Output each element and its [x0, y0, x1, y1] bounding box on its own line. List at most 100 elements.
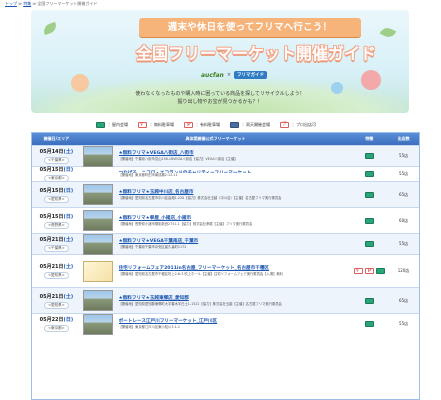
event-weekday: (日): [63, 167, 74, 173]
event-date-value: 05月21日: [39, 264, 64, 270]
indoor-venue-icon: [364, 153, 374, 159]
features-cell: [350, 314, 388, 334]
hero-banner: 週末や休日を使ってフリマへ行こう！ 全国フリーマーケット開催ガイド aucfan…: [31, 10, 409, 113]
leaf-decoration: [379, 25, 397, 40]
event-weekday: (土): [63, 293, 74, 300]
indoor-venue-icon: [364, 217, 374, 224]
breadcrumb-parent-link[interactable]: 特集: [23, 1, 31, 6]
event-info-cell: つなげる、ニコロ・エコランドのチャリティーフリーマーケット 【開催地】東京都町田…: [115, 167, 351, 181]
event-info-cell: ★無料フリマ★VEGA八街店_八街市 【開催地】千葉県八街市富山238-18VE…: [115, 146, 351, 166]
vendor-count: 55店: [399, 321, 409, 326]
legend-label: ：無料駐車場: [150, 121, 174, 127]
logo-separator: ×: [226, 72, 232, 78]
event-date: 05月22日(日): [40, 316, 74, 323]
free-parking-icon: [364, 268, 374, 274]
table-row: 05月15日(日) <東京都> つなげる、ニコロ・エコランドのチャリティーフリー…: [32, 166, 419, 182]
indoor-venue-icon: [364, 321, 374, 327]
free-entry-icon: [353, 268, 363, 274]
event-thumbnail[interactable]: [82, 260, 113, 282]
event-date: 05月21日(土): [40, 236, 74, 243]
breadcrumb-home-link[interactable]: トップ: [5, 1, 17, 6]
event-info-cell: ★無料フリマ★玉越東郷店_愛知郡 【開催地】愛知県愛知郡東郷町大字春木字白土1-…: [115, 288, 351, 313]
legend-item-pro: ：プロ出店可: [280, 121, 316, 128]
event-title-link[interactable]: 住宅リフォームフェア2011in名古屋_フリーマーケット_名古屋市千種区: [119, 265, 347, 272]
legend-item-parking: ：有料駐車場: [184, 121, 220, 128]
prefecture-badge: <東京都>: [43, 175, 69, 182]
aucfan-logo[interactable]: aucfan: [201, 72, 224, 79]
item-decoration: [361, 70, 381, 90]
legend-item-rain: ：雨天開催会場: [230, 121, 270, 128]
indoor-venue-icon: [364, 241, 374, 247]
indoor-venue-icon: [364, 297, 374, 304]
furima-guide-logo[interactable]: フリマガイド: [234, 71, 268, 79]
legend-label: ：有料駐車場: [196, 121, 220, 127]
table-row: 05月22日(日) <東京都> ボートレース江戸川フリーマーケット_江戸川区 【…: [32, 313, 419, 335]
thumbnail-cell: [81, 208, 115, 233]
features-cell: [350, 167, 388, 181]
table-row: 05月15日(日) <愛知県> ★無料フリマ★玉越中川店_名古屋市 【開催地】愛…: [32, 181, 419, 207]
event-weekday: (日): [63, 213, 74, 220]
prefecture-badge: <長野県>: [43, 221, 69, 229]
header-date: 開催日/エリア: [43, 136, 70, 141]
legend-label: ：雨天開催会場: [242, 121, 270, 127]
date-cell: 05月21日(土) <千葉県>: [32, 234, 81, 254]
event-info-cell: ★無料フリマ★玉越中川店_名古屋市 【開催地】愛知県名古屋市中川区高畑1-220…: [115, 182, 351, 207]
date-cell: 05月21日(土) <愛知県>: [32, 255, 81, 287]
features-cell: [350, 182, 388, 207]
event-title-link[interactable]: ★無料フリマ★VEGA千葉南店_千葉市: [119, 238, 347, 245]
table-row: 05月21日(土) <愛知県> 住宅リフォームフェア2011in名古屋_フリーマ…: [32, 254, 419, 287]
event-weekday: (日): [63, 187, 74, 194]
prefecture-badge: <千葉県>: [43, 157, 69, 164]
event-thumbnail[interactable]: [82, 210, 113, 231]
event-description: 【開催地】愛知県愛知郡東郷町大字春木字白土1-1522【協力】株式会社玉越【主催…: [118, 301, 282, 306]
event-thumbnail[interactable]: [82, 233, 113, 255]
banner-lead-line: 掘り出し物やお宝が見つかるかも？！: [177, 99, 263, 105]
event-weekday: (土): [63, 149, 74, 155]
event-description: 【開催地】愛知県名古屋市中川区高畑1-220【協力】株式会社玉越（中川店）【主催…: [118, 195, 282, 200]
event-title-link[interactable]: ★無料フリマ★VEGA八街店_八街市: [119, 150, 347, 157]
event-title-link[interactable]: ★無料フリマ★玉越中川店_名古屋市: [119, 189, 347, 196]
event-info-cell: 住宅リフォームフェア2011in名古屋_フリーマーケット_名古屋市千種区 【開催…: [115, 255, 351, 287]
event-thumbnail[interactable]: [82, 313, 113, 335]
date-cell: 05月15日(日) <東京都>: [32, 166, 81, 182]
vendor-count: 55店: [399, 153, 409, 158]
event-date-value: 05月14日: [39, 149, 64, 155]
table-body: 05月14日(土) <千葉県> ★無料フリマ★VEGA八街店_八街市 【開催地】…: [32, 145, 419, 335]
banner-lead-line: 使わなくなったものや購入時に困っている商品を探してリサイクルしよう！: [135, 91, 305, 97]
breadcrumb: トップ≫特集≫全国フリーマーケット開催ガイド: [5, 1, 97, 7]
event-description: 【開催地】千葉県千葉市中央区星久喜町1172: [118, 245, 187, 249]
banner-ribbon: 週末や休日を使ってフリマへ行こう！: [139, 18, 361, 37]
features-cell: [350, 288, 388, 313]
event-title-link[interactable]: ボートレース江戸川フリーマーケット_江戸川区: [119, 318, 347, 325]
legend-item-indoor: ：屋内会場: [96, 121, 128, 128]
prefecture-badge: <東京都>: [43, 325, 69, 332]
event-description: 【開催地】愛知県名古屋市千種区吹上2-6-3 吹上ホール【主催】住宅リフォームフ…: [118, 272, 283, 276]
vendor-count: 55店: [399, 171, 409, 176]
thumbnail-cell: [81, 255, 115, 287]
header-features: 特徴: [365, 136, 374, 141]
legend-item-free: ：無料駐車場: [138, 121, 174, 128]
date-cell: 05月21日(土) <愛知県>: [32, 288, 81, 313]
features-cell: [350, 234, 388, 254]
features-cell: [350, 208, 388, 233]
thumbnail-cell: [81, 313, 115, 335]
event-thumbnail[interactable]: [82, 184, 113, 205]
event-description: 【開催地】長野県小諸市御影新田2751-1【協力】株式会社拳屋【主催】フリマ実行…: [118, 221, 253, 226]
event-date: 05月21日(土): [40, 263, 74, 270]
date-cell: 05月15日(日) <長野県>: [32, 208, 81, 233]
event-date-value: 05月15日: [39, 187, 64, 194]
event-date: 05月15日(日): [40, 166, 74, 173]
breadcrumb-separator: ≫: [32, 1, 37, 6]
leaf-decoration: [41, 21, 59, 36]
banner-lead: 使わなくなったものや購入時に困っている商品を探してリサイクルしよう！ 掘り出し物…: [31, 90, 409, 106]
date-cell: 05月22日(日) <東京都>: [32, 314, 81, 334]
thumbnail-cell: [81, 167, 115, 181]
pro-vendor-icon: [280, 121, 289, 128]
vendor-count: 65店: [399, 191, 409, 197]
table-row: 05月21日(土) <千葉県> ★無料フリマ★VEGA千葉南店_千葉市 【開催地…: [32, 233, 419, 255]
event-thumbnail[interactable]: [82, 290, 113, 311]
prefecture-badge: <愛知県>: [43, 301, 69, 309]
legend-label: ：屋内会場: [108, 121, 128, 127]
event-title-link[interactable]: ★無料フリマ★玉越東郷店_愛知郡: [119, 295, 347, 302]
event-title-link[interactable]: ★無料フリマ★拳屋_小諸店_小諸市: [119, 215, 347, 222]
